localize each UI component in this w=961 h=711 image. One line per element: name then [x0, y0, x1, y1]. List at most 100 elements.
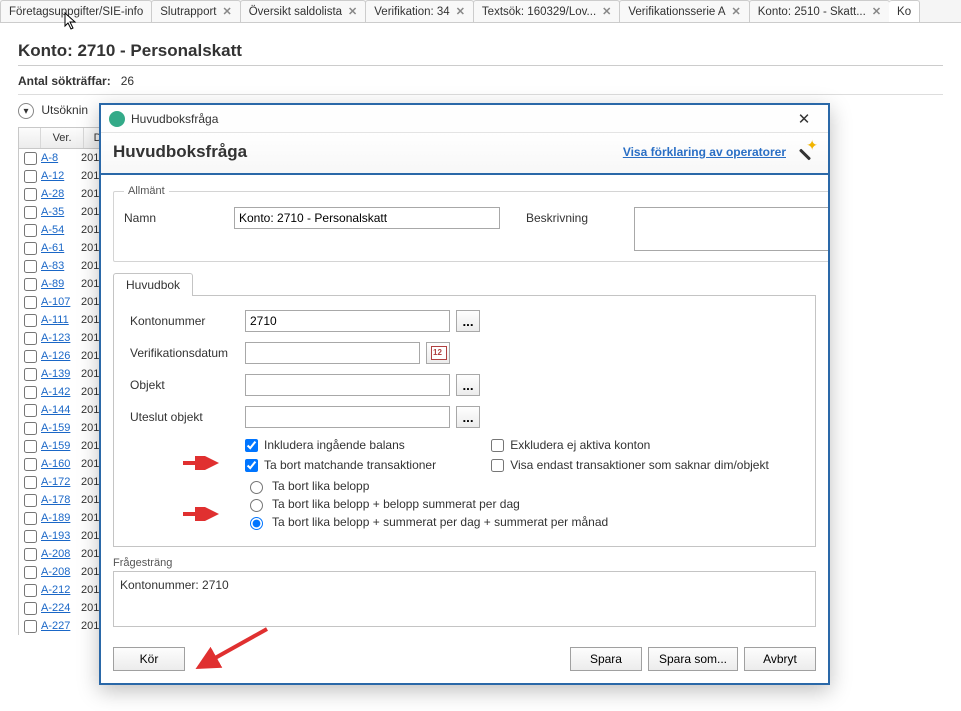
chk-visa[interactable]	[491, 459, 504, 472]
row-checkbox[interactable]	[24, 188, 37, 201]
close-icon[interactable]: ✕	[456, 5, 465, 18]
row-checkbox[interactable]	[24, 458, 37, 471]
kontonr-field[interactable]	[245, 310, 450, 332]
close-icon[interactable]: ✕	[872, 5, 881, 18]
row-checkbox[interactable]	[24, 494, 37, 507]
chevron-down-icon[interactable]: ▾	[18, 103, 34, 119]
row-checkbox[interactable]	[24, 404, 37, 417]
ver-link[interactable]: A-142	[41, 386, 81, 398]
row-checkbox[interactable]	[24, 602, 37, 615]
row-checkbox[interactable]	[24, 548, 37, 561]
row-checkbox[interactable]	[24, 368, 37, 381]
ver-link[interactable]: A-89	[41, 278, 81, 290]
uteslut-browse-button[interactable]: ...	[456, 406, 480, 428]
tab-textsok[interactable]: Textsök: 160329/Lov...✕	[473, 0, 620, 22]
row-checkbox[interactable]	[24, 422, 37, 435]
ver-link[interactable]: A-159	[41, 440, 81, 452]
name-field[interactable]	[234, 207, 500, 229]
close-icon[interactable]: ✕	[602, 5, 611, 18]
chk-tabort-label: Ta bort matchande transaktioner	[264, 458, 436, 472]
row-checkbox[interactable]	[24, 566, 37, 579]
row-checkbox[interactable]	[24, 260, 37, 273]
tab-huvudbok[interactable]: Huvudbok	[113, 273, 193, 296]
row-checkbox[interactable]	[24, 350, 37, 363]
operators-help-link[interactable]: Visa förklaring av operatorer	[623, 145, 786, 159]
row-checkbox[interactable]	[24, 296, 37, 309]
row-checkbox[interactable]	[24, 332, 37, 345]
ver-link[interactable]: A-193	[41, 530, 81, 542]
ver-link[interactable]: A-54	[41, 224, 81, 236]
ver-link[interactable]: A-107	[41, 296, 81, 308]
row-checkbox[interactable]	[24, 512, 37, 525]
kor-button[interactable]: Kör	[113, 647, 185, 671]
chk-exkludera[interactable]	[491, 439, 504, 452]
chk-inkludera[interactable]	[245, 439, 258, 452]
ver-link[interactable]: A-111	[41, 314, 81, 326]
ver-link[interactable]: A-189	[41, 512, 81, 524]
ver-link[interactable]: A-159	[41, 422, 81, 434]
objekt-field[interactable]	[245, 374, 450, 396]
ver-link[interactable]: A-123	[41, 332, 81, 344]
row-checkbox[interactable]	[24, 170, 37, 183]
close-icon[interactable]: ✕	[732, 5, 741, 18]
avbryt-button[interactable]: Avbryt	[744, 647, 816, 671]
tab-oversikt[interactable]: Översikt saldolista✕	[240, 0, 367, 22]
desc-field[interactable]	[634, 207, 828, 251]
ver-link[interactable]: A-12	[41, 170, 81, 182]
tab-konto-active[interactable]: Ko	[889, 0, 920, 22]
tab-label: Konto: 2510 - Skatt...	[758, 6, 866, 18]
tab-verifikationsserie[interactable]: Verifikationsserie A✕	[619, 0, 749, 22]
ver-link[interactable]: A-160	[41, 458, 81, 470]
close-icon[interactable]: ✕	[223, 5, 232, 18]
uteslut-field[interactable]	[245, 406, 450, 428]
radio-lika-belopp[interactable]	[250, 481, 263, 494]
row-checkbox[interactable]	[24, 530, 37, 543]
close-icon[interactable]: ✕	[788, 108, 820, 130]
dialog-header: Huvudboksfråga Visa förklaring av operat…	[101, 133, 828, 175]
row-checkbox[interactable]	[24, 314, 37, 327]
row-checkbox[interactable]	[24, 386, 37, 399]
row-checkbox[interactable]	[24, 620, 37, 633]
verdate-field[interactable]	[245, 342, 420, 364]
ver-link[interactable]: A-28	[41, 188, 81, 200]
ver-link[interactable]: A-224	[41, 602, 81, 614]
ver-link[interactable]: A-126	[41, 350, 81, 362]
row-checkbox[interactable]	[24, 206, 37, 219]
page-title: Konto: 2710 - Personalskatt	[18, 31, 943, 66]
ver-link[interactable]: A-8	[41, 152, 81, 164]
col-ver[interactable]: Ver.	[41, 128, 84, 148]
radio-lika-belopp-dag[interactable]	[250, 499, 263, 512]
ver-link[interactable]: A-35	[41, 206, 81, 218]
dialog-titlebar[interactable]: Huvudboksfråga ✕	[101, 105, 828, 133]
row-checkbox[interactable]	[24, 584, 37, 597]
row-checkbox[interactable]	[24, 440, 37, 453]
ver-link[interactable]: A-144	[41, 404, 81, 416]
tab-konto2510[interactable]: Konto: 2510 - Skatt... ✕	[749, 0, 890, 22]
tab-verifikation34[interactable]: Verifikation: 34✕	[365, 0, 474, 22]
ver-link[interactable]: A-212	[41, 584, 81, 596]
tab-slutrapport[interactable]: Slutrapport✕	[151, 0, 240, 22]
chk-tabort[interactable]	[245, 459, 258, 472]
close-icon[interactable]: ✕	[348, 5, 357, 18]
radio-lika-belopp-manad[interactable]	[250, 517, 263, 530]
ver-link[interactable]: A-208	[41, 566, 81, 578]
kontonr-browse-button[interactable]: ...	[456, 310, 480, 332]
objekt-browse-button[interactable]: ...	[456, 374, 480, 396]
magic-wand-icon[interactable]	[794, 141, 816, 163]
sparasom-button[interactable]: Spara som...	[648, 647, 738, 671]
calendar-icon[interactable]	[426, 342, 450, 364]
ver-link[interactable]: A-139	[41, 368, 81, 380]
ver-link[interactable]: A-61	[41, 242, 81, 254]
tab-foretag[interactable]: Företagsuppgifter/SIE-info	[0, 0, 152, 22]
spara-button[interactable]: Spara	[570, 647, 642, 671]
ver-link[interactable]: A-227	[41, 620, 81, 632]
row-checkbox[interactable]	[24, 152, 37, 165]
ver-link[interactable]: A-208	[41, 548, 81, 560]
row-checkbox[interactable]	[24, 278, 37, 291]
ver-link[interactable]: A-178	[41, 494, 81, 506]
row-checkbox[interactable]	[24, 224, 37, 237]
row-checkbox[interactable]	[24, 476, 37, 489]
row-checkbox[interactable]	[24, 242, 37, 255]
ver-link[interactable]: A-83	[41, 260, 81, 272]
ver-link[interactable]: A-172	[41, 476, 81, 488]
